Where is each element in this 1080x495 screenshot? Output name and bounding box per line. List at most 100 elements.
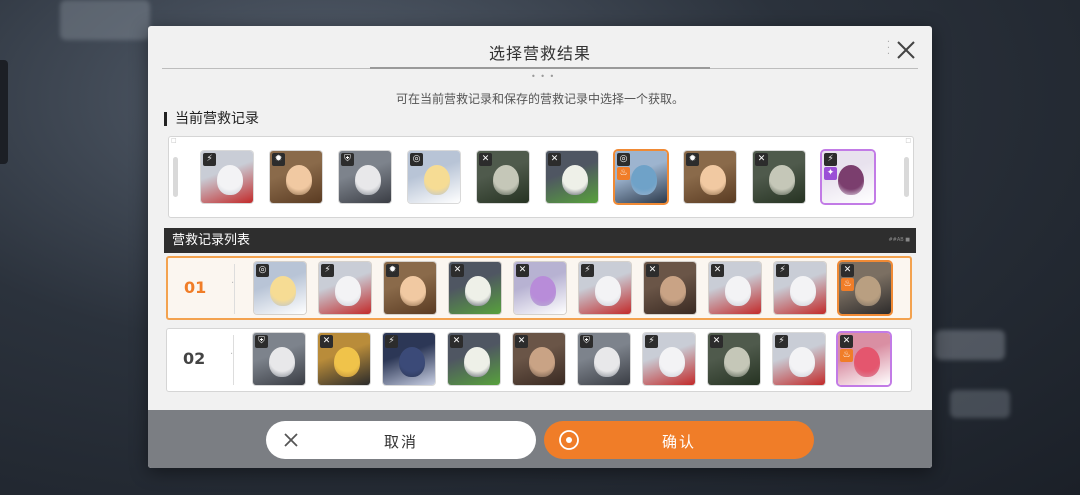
background-blur (950, 390, 1010, 418)
background-blur (935, 330, 1005, 360)
character-portrait (529, 347, 555, 377)
row-divider (230, 335, 234, 385)
character-card[interactable]: ✕ (318, 333, 370, 385)
dialog-title: 选择营救结果 (488, 44, 591, 63)
header-tag: ##AB ■ (888, 237, 910, 243)
corner-mark: □ (905, 137, 911, 144)
character-card[interactable]: ⚡ (319, 262, 371, 314)
saved-records-title: 营救记录列表 (172, 233, 251, 248)
saved-record-row[interactable]: 02⛨✕⚡✕✕⛨⚡✕⚡✕♨ (166, 328, 912, 392)
lightning-icon: ⚡ (645, 335, 658, 348)
gear-icon: ✹ (386, 264, 399, 277)
character-portrait (769, 165, 795, 195)
saved-records-list[interactable]: 01◎⚡✹✕✕⚡✕✕⚡✕♨02⛨✕⚡✕✕⛨⚡✕⚡✕♨ (164, 256, 916, 410)
character-card[interactable]: ✕ (644, 262, 696, 314)
gear-icon: ✹ (272, 153, 285, 166)
title-divider (162, 67, 918, 69)
character-portrait (789, 347, 815, 377)
shield-icon: ⛨ (580, 335, 593, 348)
character-portrait (217, 165, 243, 195)
sword-icon: ✕ (710, 335, 723, 348)
cancel-button[interactable]: 取消 (266, 421, 536, 459)
character-card[interactable]: ⛨ (578, 333, 630, 385)
character-portrait (355, 165, 381, 195)
character-card[interactable]: ✕ (477, 151, 529, 203)
character-card[interactable]: ✹ (384, 262, 436, 314)
gear-icon: ✹ (686, 153, 699, 166)
sword-icon: ✕ (646, 264, 659, 277)
character-card[interactable]: ◎ ♨ (615, 151, 667, 203)
character-card[interactable]: ✹ (270, 151, 322, 203)
character-card[interactable]: ✕ (546, 151, 598, 203)
character-portrait (659, 347, 685, 377)
character-card[interactable]: ✕ ♨ (838, 333, 890, 385)
character-card[interactable]: ◎ (408, 151, 460, 203)
record-number: 02 (183, 349, 206, 368)
sword-icon: ✕ (320, 335, 333, 348)
lightning-icon: ⚡ (321, 264, 334, 277)
character-card[interactable]: ⚡ (383, 333, 435, 385)
character-card[interactable]: ⛨ (339, 151, 391, 203)
confirm-button[interactable]: 确认 (544, 421, 814, 459)
character-card[interactable]: ⛨ (253, 333, 305, 385)
character-portrait (530, 276, 556, 306)
flame-icon: ♨ (840, 349, 853, 362)
character-portrait (286, 165, 312, 195)
character-card[interactable]: ✹ (684, 151, 736, 203)
lightning-icon: ⚡ (775, 335, 788, 348)
character-card[interactable]: ⚡ (773, 333, 825, 385)
character-portrait (335, 276, 361, 306)
sword-icon: ✕ (516, 264, 529, 277)
character-portrait (424, 165, 450, 195)
character-card[interactable]: ✕ (709, 262, 761, 314)
character-card[interactable]: ⚡ (774, 262, 826, 314)
rescue-result-dialog: 选择营救结果 · · · • • • 可在当前营救记录和保存的营救记录中选择一个获取… (148, 26, 932, 468)
character-card[interactable]: ⚡ (201, 151, 253, 203)
character-card[interactable]: ✕ (448, 333, 500, 385)
lightning-icon: ⚡ (385, 335, 398, 348)
saved-records-header: 营救记录列表 ##AB ■ (164, 228, 916, 253)
side-panel-tab[interactable] (0, 60, 8, 164)
character-card[interactable]: ◎ (254, 262, 306, 314)
cancel-label: 取消 (383, 433, 418, 451)
character-card[interactable]: ✕ (513, 333, 565, 385)
character-portrait (270, 276, 296, 306)
character-portrait (660, 276, 686, 306)
sparkle-icon: ✦ (824, 167, 837, 180)
saved-record-row[interactable]: 01◎⚡✹✕✕⚡✕✕⚡✕♨ (166, 256, 912, 320)
sword-icon: ✕ (711, 264, 724, 277)
sword-icon: ✕ (755, 153, 768, 166)
character-portrait (855, 276, 881, 306)
character-card[interactable]: ✕ ♨ (839, 262, 891, 314)
character-portrait (594, 347, 620, 377)
shield-icon: ⛨ (255, 335, 268, 348)
background-blur (60, 0, 150, 40)
target-icon: ◎ (617, 153, 630, 166)
confirm-label: 确认 (661, 433, 696, 451)
sword-icon: ✕ (548, 153, 561, 166)
character-portrait (724, 347, 750, 377)
character-card[interactable]: ✕ (708, 333, 760, 385)
sword-icon: ✕ (841, 264, 854, 277)
shield-icon: ⛨ (341, 153, 354, 166)
divider-dots: • • • (531, 72, 556, 81)
flame-icon: ♨ (841, 278, 854, 291)
record-number: 01 (184, 278, 207, 297)
lightning-icon: ⚡ (203, 153, 216, 166)
character-portrait (464, 347, 490, 377)
character-card[interactable]: ✕ (514, 262, 566, 314)
character-portrait (631, 165, 657, 195)
character-portrait (400, 276, 426, 306)
corner-mark: □ (171, 137, 177, 144)
scroll-left-indicator (173, 157, 178, 197)
sword-icon: ✕ (840, 335, 853, 348)
character-portrait (790, 276, 816, 306)
close-icon[interactable] (894, 38, 918, 62)
character-card[interactable]: ✕ (753, 151, 805, 203)
character-card[interactable]: ✕ (449, 262, 501, 314)
sword-icon: ✕ (450, 335, 463, 348)
character-card[interactable]: ⚡ (579, 262, 631, 314)
character-card[interactable]: ⚡ ✦ (822, 151, 874, 203)
lightning-icon: ⚡ (776, 264, 789, 277)
character-card[interactable]: ⚡ (643, 333, 695, 385)
